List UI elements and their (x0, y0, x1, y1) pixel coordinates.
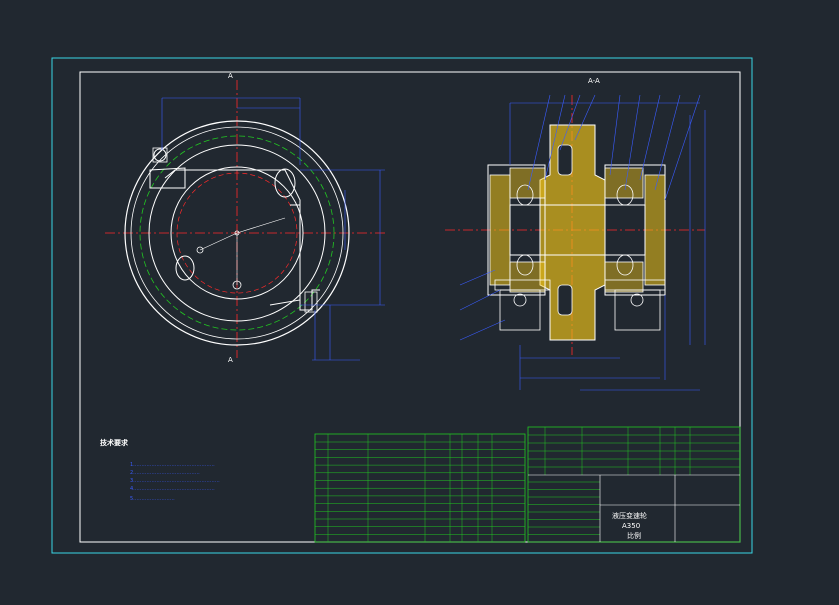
note-line-1: 1.………………………………………… (130, 462, 215, 468)
drawing-sheet: A A A-A 技术要求 1.………………………………………… 2.………………… (51, 57, 753, 554)
drawing-name: 液压变速轮 (612, 511, 647, 520)
notes-title: 技术要求 (100, 438, 129, 447)
section-view[interactable]: A-A (445, 77, 706, 391)
cad-drawing-canvas[interactable]: { "drawing": { "section_marker_top": "A"… (0, 0, 839, 605)
section-marker-bottom: A (228, 356, 233, 364)
note-line-4: 4.………………………………………… (130, 486, 215, 492)
note-line-2: 2.………………………………… (130, 470, 200, 476)
title-block[interactable]: 液压变速轮 A350 比例 (527, 426, 741, 543)
drawing-code: A350 (622, 522, 640, 530)
note-line-3: 3.…………………………………………… (130, 478, 220, 484)
section-view-title: A-A (588, 77, 600, 85)
parts-list-table[interactable] (314, 433, 526, 543)
front-view[interactable]: A A (105, 72, 385, 364)
section-marker-top: A (228, 72, 233, 80)
technical-notes: 技术要求 1.………………………………………… 2.………………………………… … (100, 438, 220, 502)
scale-label: 比例 (627, 531, 641, 540)
note-line-5: 5.…………………… (130, 496, 175, 502)
